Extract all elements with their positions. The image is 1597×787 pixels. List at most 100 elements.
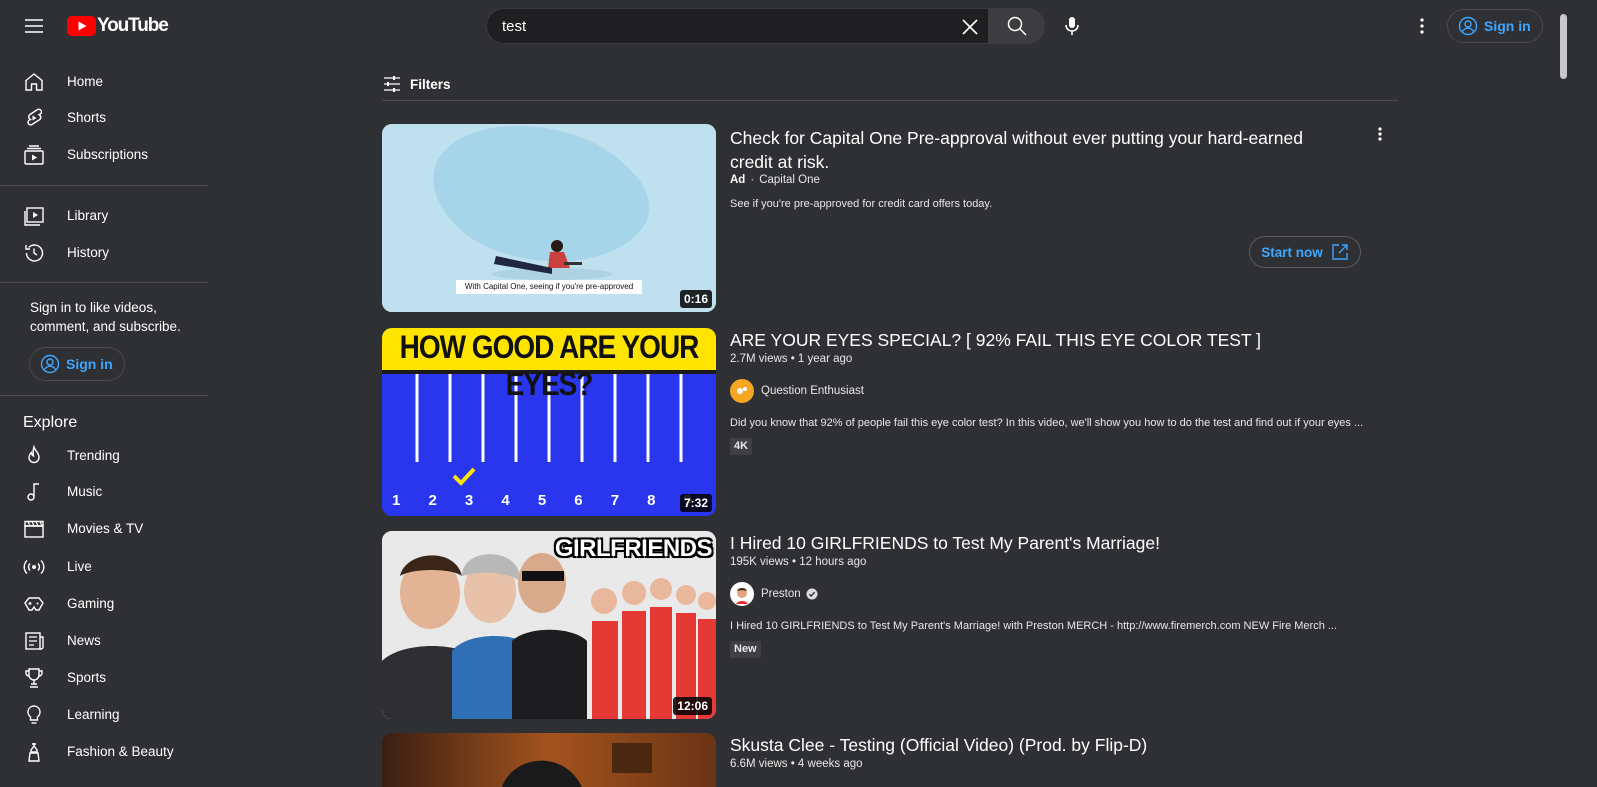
video-result: GIRLFRIENDS 12:06 I Hired 10 GIRLFRIENDS…: [382, 531, 1398, 719]
masthead: YouTube test Sign in: [0, 0, 1597, 52]
youtube-play-icon: [67, 16, 96, 36]
sidebar-item-subscriptions[interactable]: Subscriptions: [0, 137, 208, 173]
search-button[interactable]: [988, 8, 1045, 44]
ad-thumbnail-caption: With Capital One, seeing if you're pre-a…: [464, 282, 634, 291]
sidebar-item-live[interactable]: Live: [0, 549, 208, 585]
thumbnail-number: 8: [647, 492, 656, 509]
sidebar-item-home[interactable]: Home: [0, 64, 208, 100]
search-input[interactable]: test: [486, 8, 989, 44]
sidebar-item-shorts[interactable]: Shorts: [0, 100, 208, 136]
sidebar-item-label: Sports: [67, 670, 107, 685]
channel-link[interactable]: Preston: [730, 582, 818, 606]
channel-link[interactable]: Question Enthusiast: [730, 379, 864, 403]
search-icon: [1007, 16, 1027, 36]
video-title[interactable]: ARE YOUR EYES SPECIAL? [ 92% FAIL THIS E…: [730, 328, 1350, 352]
sidebar-item-news[interactable]: News: [0, 623, 208, 659]
ad-title[interactable]: Check for Capital One Pre-approval witho…: [730, 126, 1350, 174]
start-now-button[interactable]: Start now: [1249, 236, 1361, 268]
thumbnail-number: 1: [392, 492, 401, 509]
hanger-icon: [28, 743, 40, 762]
trending-icon: [28, 444, 40, 464]
sidebar-item-label: Home: [67, 74, 104, 89]
channel-avatar: [730, 582, 754, 606]
sidebar-item-movies-tv[interactable]: Movies & TV: [0, 511, 208, 547]
youtube-logo[interactable]: YouTube: [67, 14, 169, 38]
sidebar-item-trending[interactable]: Trending: [0, 438, 208, 474]
video-thumbnail[interactable]: GIRLFRIENDS 12:06: [382, 531, 716, 719]
menu-icon[interactable]: [22, 14, 46, 38]
channel-name: Preston: [761, 588, 801, 600]
video-thumbnail[interactable]: HOW GOOD ARE YOUR EYES? 1 2 3 4 5 6 7 8 …: [382, 328, 716, 516]
ad-thumbnail[interactable]: With Capital One, seeing if you're pre-a…: [382, 124, 716, 312]
video-description: I Hired 10 GIRLFRIENDS to Test My Parent…: [730, 620, 1338, 632]
search-query[interactable]: test: [502, 18, 526, 35]
sign-in-label: Sign in: [1484, 18, 1531, 34]
thumbnail-number: 6: [574, 492, 583, 509]
music-icon: [27, 483, 39, 501]
gaming-icon: [24, 597, 44, 611]
video-duration: 12:06: [673, 697, 712, 715]
video-title[interactable]: I Hired 10 GIRLFRIENDS to Test My Parent…: [730, 531, 1350, 555]
sidebar: Home Shorts Subscriptions Library Histor…: [0, 56, 210, 787]
ad-result: With Capital One, seeing if you're pre-a…: [382, 124, 1398, 312]
lightbulb-icon: [27, 705, 41, 724]
video-description: Did you know that 92% of people fail thi…: [730, 417, 1364, 429]
subscriptions-icon: [24, 145, 44, 165]
explore-heading: Explore: [23, 414, 78, 431]
history-icon: [25, 244, 44, 262]
sidebar-divider: [0, 395, 208, 396]
home-icon: [25, 73, 43, 91]
live-icon: [23, 559, 45, 575]
filters-divider: [382, 100, 1398, 101]
skusta-thumbnail-image: [382, 733, 716, 787]
sidebar-item-label: Gaming: [67, 596, 115, 611]
sidebar-divider: [0, 185, 208, 186]
video-result: Skusta Clee - Testing (Official Video) (…: [382, 733, 1398, 787]
sidebar-item-label: History: [67, 245, 110, 260]
verified-icon: [806, 588, 818, 600]
more-actions-icon[interactable]: [1368, 124, 1392, 148]
filters-button[interactable]: Filters: [382, 72, 451, 96]
sidebar-item-history[interactable]: History: [0, 235, 208, 271]
external-link-icon: [1332, 244, 1348, 260]
account-icon: [40, 354, 60, 374]
ad-advertiser[interactable]: Ad · Capital One: [730, 174, 820, 186]
video-title[interactable]: Skusta Clee - Testing (Official Video) (…: [730, 733, 1350, 757]
library-icon: [24, 207, 44, 226]
microphone-icon[interactable]: [1060, 14, 1084, 38]
sidebar-item-label: Fashion & Beauty: [67, 744, 174, 759]
shorts-icon: [27, 108, 43, 126]
sidebar-item-music[interactable]: Music: [0, 474, 208, 510]
advertiser-name: Capital One: [759, 174, 820, 186]
page-scrollbar[interactable]: [1560, 14, 1567, 79]
sidebar-item-sports[interactable]: Sports: [0, 660, 208, 696]
sidebar-divider: [0, 282, 208, 283]
filters-icon: [384, 76, 400, 92]
clear-search-icon[interactable]: [959, 16, 981, 38]
sidebar-item-gaming[interactable]: Gaming: [0, 586, 208, 622]
news-icon: [25, 632, 44, 650]
new-badge: New: [730, 641, 761, 658]
sidebar-item-library[interactable]: Library: [0, 198, 208, 234]
logo-text: YouTube: [97, 15, 169, 36]
video-result: HOW GOOD ARE YOUR EYES? 1 2 3 4 5 6 7 8 …: [382, 328, 1398, 516]
thumbnail-heading: GIRLFRIENDS: [554, 535, 713, 562]
video-duration: 0:16: [679, 290, 712, 308]
filters-label: Filters: [410, 76, 451, 92]
account-icon: [1458, 16, 1478, 36]
thumbnail-number: 2: [428, 492, 437, 509]
sidebar-sign-in-button[interactable]: Sign in: [29, 347, 125, 381]
settings-more-icon[interactable]: [1410, 14, 1434, 38]
sign-in-button[interactable]: Sign in: [1447, 9, 1543, 43]
sidebar-item-label: News: [67, 633, 101, 648]
sidebar-item-fashion-beauty[interactable]: Fashion & Beauty: [0, 734, 208, 770]
thumbnail-number: 7: [610, 492, 620, 509]
thumbnail-heading: HOW GOOD ARE YOUR EYES?: [399, 329, 700, 402]
video-thumbnail[interactable]: [382, 733, 716, 787]
thumbnail-number: 3: [464, 492, 474, 509]
sidebar-item-label: Subscriptions: [67, 147, 149, 162]
video-metadata: 195K views • 12 hours ago: [730, 556, 867, 568]
sidebar-item-learning[interactable]: Learning: [0, 697, 208, 733]
quality-badge: 4K: [730, 438, 753, 455]
sidebar-item-label: Live: [67, 559, 92, 574]
